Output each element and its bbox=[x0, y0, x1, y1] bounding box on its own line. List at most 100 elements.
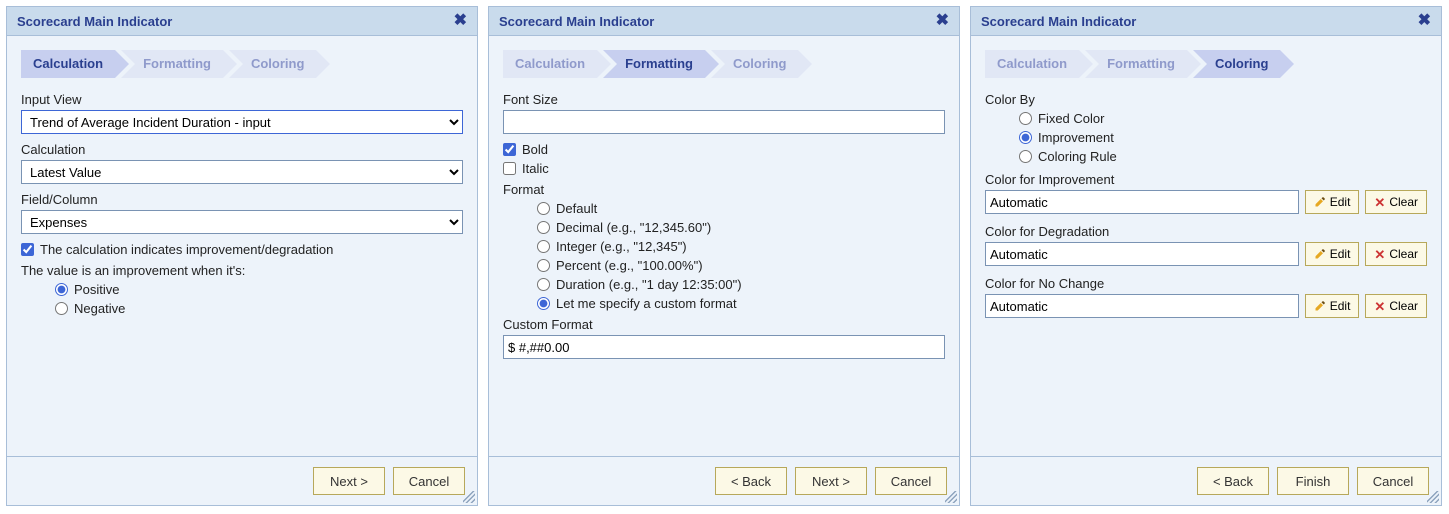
panel-footer: < Back Finish Cancel bbox=[971, 456, 1441, 505]
clear-color-nochange-button[interactable]: ✕ Clear bbox=[1365, 294, 1427, 318]
clear-color-degrade-button[interactable]: ✕ Clear bbox=[1365, 242, 1427, 266]
label-font-size: Font Size bbox=[503, 92, 945, 107]
label-bold: Bold bbox=[522, 142, 548, 157]
step-formatting[interactable]: Formatting bbox=[603, 50, 705, 78]
color-nochange-input[interactable] bbox=[985, 294, 1299, 318]
radio-coloring-rule[interactable] bbox=[1019, 150, 1032, 163]
label-positive: Positive bbox=[74, 282, 120, 297]
close-icon[interactable]: ✖ bbox=[454, 13, 467, 29]
radio-format-integer[interactable] bbox=[537, 240, 550, 253]
label-format-default: Default bbox=[556, 201, 597, 216]
wizard-steps: Calculation Formatting Coloring bbox=[985, 50, 1427, 78]
radio-positive[interactable] bbox=[55, 283, 68, 296]
label-fixed-color: Fixed Color bbox=[1038, 111, 1104, 126]
radio-format-default[interactable] bbox=[537, 202, 550, 215]
panel-footer: < Back Next > Cancel bbox=[489, 456, 959, 505]
panel-header: Scorecard Main Indicator ✖ bbox=[7, 7, 477, 36]
label-color-improve: Color for Improvement bbox=[985, 172, 1427, 187]
label-indicates: The calculation indicates improvement/de… bbox=[40, 242, 333, 257]
color-improve-input[interactable] bbox=[985, 190, 1299, 214]
close-icon[interactable]: ✖ bbox=[936, 13, 949, 29]
cancel-button[interactable]: Cancel bbox=[875, 467, 947, 495]
label-format-custom: Let me specify a custom format bbox=[556, 296, 737, 311]
indicates-checkbox[interactable] bbox=[21, 243, 34, 256]
finish-button[interactable]: Finish bbox=[1277, 467, 1349, 495]
panel-content: Calculation Formatting Coloring Color By… bbox=[971, 36, 1441, 456]
back-button[interactable]: < Back bbox=[715, 467, 787, 495]
label-color-by: Color By bbox=[985, 92, 1427, 107]
next-button[interactable]: Next > bbox=[313, 467, 385, 495]
step-formatting[interactable]: Formatting bbox=[1085, 50, 1187, 78]
label-coloring-rule: Coloring Rule bbox=[1038, 149, 1117, 164]
label-format: Format bbox=[503, 182, 945, 197]
label-format-integer: Integer (e.g., "12,345") bbox=[556, 239, 687, 254]
resize-grip[interactable] bbox=[1427, 491, 1439, 503]
step-coloring[interactable]: Coloring bbox=[229, 50, 316, 78]
panel-title: Scorecard Main Indicator bbox=[981, 14, 1136, 29]
panel-formatting: Scorecard Main Indicator ✖ Calculation F… bbox=[488, 6, 960, 506]
color-degrade-input[interactable] bbox=[985, 242, 1299, 266]
x-icon: ✕ bbox=[1374, 300, 1385, 313]
step-calculation[interactable]: Calculation bbox=[985, 50, 1079, 78]
step-coloring[interactable]: Coloring bbox=[1193, 50, 1280, 78]
calculation-select[interactable]: Latest Value bbox=[21, 160, 463, 184]
panel-content: Calculation Formatting Coloring Font Siz… bbox=[489, 36, 959, 456]
edit-color-improve-button[interactable]: Edit bbox=[1305, 190, 1360, 214]
label-format-percent: Percent (e.g., "100.00%") bbox=[556, 258, 703, 273]
edit-color-nochange-button[interactable]: Edit bbox=[1305, 294, 1360, 318]
custom-format-input[interactable] bbox=[503, 335, 945, 359]
radio-format-custom[interactable] bbox=[537, 297, 550, 310]
radio-format-decimal[interactable] bbox=[537, 221, 550, 234]
font-size-input[interactable] bbox=[503, 110, 945, 134]
radio-fixed-color[interactable] bbox=[1019, 112, 1032, 125]
pencil-icon bbox=[1314, 196, 1326, 208]
radio-format-duration[interactable] bbox=[537, 278, 550, 291]
step-coloring[interactable]: Coloring bbox=[711, 50, 798, 78]
cancel-button[interactable]: Cancel bbox=[393, 467, 465, 495]
field-column-select[interactable]: Expenses bbox=[21, 210, 463, 234]
panel-title: Scorecard Main Indicator bbox=[499, 14, 654, 29]
step-calculation[interactable]: Calculation bbox=[21, 50, 115, 78]
panel-title: Scorecard Main Indicator bbox=[17, 14, 172, 29]
input-view-select[interactable]: Trend of Average Incident Duration - inp… bbox=[21, 110, 463, 134]
panel-footer: Next > Cancel bbox=[7, 456, 477, 505]
back-button[interactable]: < Back bbox=[1197, 467, 1269, 495]
step-formatting[interactable]: Formatting bbox=[121, 50, 223, 78]
panel-calculation: Scorecard Main Indicator ✖ Calculation F… bbox=[6, 6, 478, 506]
label-field-column: Field/Column bbox=[21, 192, 463, 207]
label-color-nochange: Color for No Change bbox=[985, 276, 1427, 291]
bold-checkbox[interactable] bbox=[503, 143, 516, 156]
radio-negative[interactable] bbox=[55, 302, 68, 315]
panel-header: Scorecard Main Indicator ✖ bbox=[489, 7, 959, 36]
resize-grip[interactable] bbox=[463, 491, 475, 503]
label-input-view: Input View bbox=[21, 92, 463, 107]
resize-grip[interactable] bbox=[945, 491, 957, 503]
step-calculation[interactable]: Calculation bbox=[503, 50, 597, 78]
panel-content: Calculation Formatting Coloring Input Vi… bbox=[7, 36, 477, 456]
label-negative: Negative bbox=[74, 301, 125, 316]
clear-label: Clear bbox=[1389, 299, 1418, 313]
x-icon: ✕ bbox=[1374, 248, 1385, 261]
clear-color-improve-button[interactable]: ✕ Clear bbox=[1365, 190, 1427, 214]
pencil-icon bbox=[1314, 300, 1326, 312]
clear-label: Clear bbox=[1389, 247, 1418, 261]
label-improvement-when: The value is an improvement when it's: bbox=[21, 263, 463, 278]
label-custom-format: Custom Format bbox=[503, 317, 945, 332]
label-format-duration: Duration (e.g., "1 day 12:35:00") bbox=[556, 277, 742, 292]
edit-color-degrade-button[interactable]: Edit bbox=[1305, 242, 1360, 266]
panel-coloring: Scorecard Main Indicator ✖ Calculation F… bbox=[970, 6, 1442, 506]
edit-label: Edit bbox=[1330, 299, 1351, 313]
x-icon: ✕ bbox=[1374, 196, 1385, 209]
cancel-button[interactable]: Cancel bbox=[1357, 467, 1429, 495]
label-italic: Italic bbox=[522, 161, 549, 176]
label-format-decimal: Decimal (e.g., "12,345.60") bbox=[556, 220, 711, 235]
radio-improvement[interactable] bbox=[1019, 131, 1032, 144]
label-calculation: Calculation bbox=[21, 142, 463, 157]
edit-label: Edit bbox=[1330, 195, 1351, 209]
wizard-steps: Calculation Formatting Coloring bbox=[503, 50, 945, 78]
radio-format-percent[interactable] bbox=[537, 259, 550, 272]
clear-label: Clear bbox=[1389, 195, 1418, 209]
close-icon[interactable]: ✖ bbox=[1418, 13, 1431, 29]
next-button[interactable]: Next > bbox=[795, 467, 867, 495]
italic-checkbox[interactable] bbox=[503, 162, 516, 175]
